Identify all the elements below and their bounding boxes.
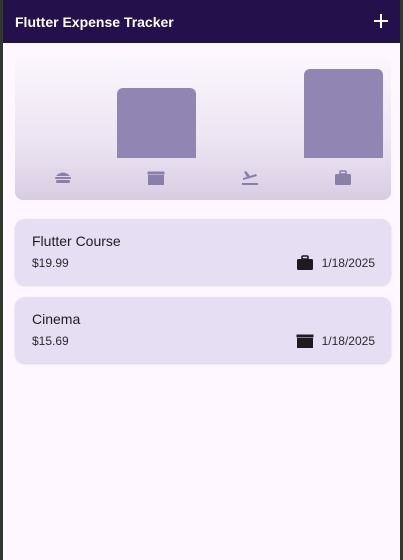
expense-title: Flutter Course — [32, 233, 121, 249]
expense-date: 1/18/2025 — [321, 256, 375, 270]
chart-bar-work — [303, 69, 383, 158]
expense-chart — [15, 57, 391, 200]
chart-bars — [23, 69, 383, 158]
expense-amount: $19.99 — [32, 256, 69, 270]
expense-list: Flutter Course $19.99 1/18/2025 Cinema $… — [15, 219, 391, 375]
app-title: Flutter Expense Tracker — [15, 13, 174, 30]
expense-title: Cinema — [32, 311, 81, 327]
expense-item[interactable]: Cinema $15.69 1/18/2025 — [15, 297, 391, 363]
bar-slot-travel — [210, 69, 290, 158]
bar-slot-food — [23, 69, 103, 158]
bar-slot-work — [303, 69, 383, 158]
burger-icon — [54, 172, 71, 183]
briefcase-icon — [296, 255, 313, 270]
expense-amount: $15.69 — [32, 334, 69, 348]
add-expense-button[interactable] — [370, 11, 392, 33]
expense-item[interactable]: Flutter Course $19.99 1/18/2025 — [15, 219, 391, 285]
airplane-icon — [241, 171, 258, 185]
briefcase-icon — [335, 170, 352, 185]
expense-date: 1/18/2025 — [321, 334, 375, 348]
app-screen: Flutter Expense Tracker Flutter Course $… — [3, 0, 400, 560]
app-bar: Flutter Expense Tracker — [3, 0, 400, 43]
movie-icon — [147, 171, 165, 185]
plus-icon — [374, 13, 388, 28]
movie-icon — [296, 334, 314, 348]
chart-bar-leisure — [116, 88, 196, 158]
bar-slot-leisure — [116, 69, 196, 158]
chart-category-icons — [23, 167, 383, 189]
